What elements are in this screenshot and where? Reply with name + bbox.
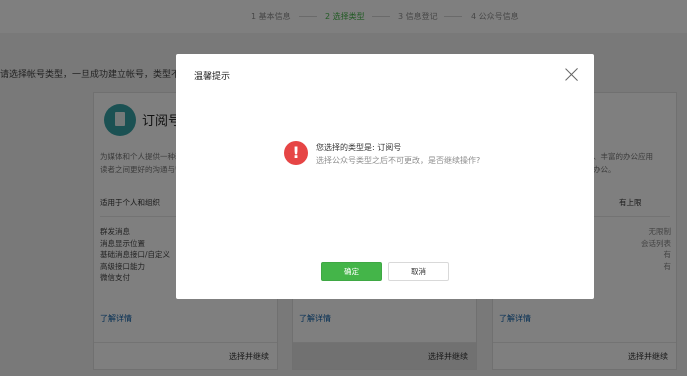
dialog-title: 温馨提示	[194, 72, 231, 82]
dialog-message: 您选择的类型是: 订阅号	[316, 143, 402, 152]
close-icon[interactable]	[564, 67, 580, 83]
dialog-detail: 选择公众号类型之后不可更改，是否继续操作?	[316, 156, 481, 165]
warning-icon: !	[284, 141, 308, 165]
cancel-button[interactable]: 取消	[388, 262, 449, 281]
confirm-button[interactable]: 确定	[321, 262, 382, 281]
confirm-dialog: 温馨提示 ! 您选择的类型是: 订阅号 选择公众号类型之后不可更改，是否继续操作…	[176, 54, 594, 299]
